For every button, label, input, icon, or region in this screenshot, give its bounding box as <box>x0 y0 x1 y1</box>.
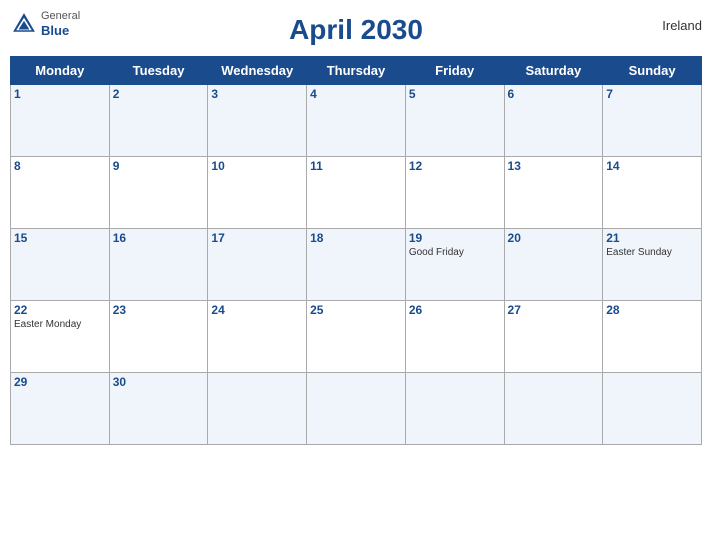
day-number: 12 <box>409 159 501 173</box>
day-number: 27 <box>508 303 600 317</box>
day-number: 8 <box>14 159 106 173</box>
calendar-day-cell <box>405 373 504 445</box>
calendar-day-cell: 2 <box>109 85 208 157</box>
day-number: 29 <box>14 375 106 389</box>
logo-general-text: General <box>41 10 80 23</box>
day-number: 11 <box>310 159 402 173</box>
day-number: 23 <box>113 303 205 317</box>
calendar-day-cell: 3 <box>208 85 307 157</box>
calendar-day-cell: 14 <box>603 157 702 229</box>
day-number: 22 <box>14 303 106 317</box>
calendar-week-row: 1234567 <box>11 85 702 157</box>
day-number: 30 <box>113 375 205 389</box>
header-saturday: Saturday <box>504 57 603 85</box>
day-number: 15 <box>14 231 106 245</box>
day-number: 2 <box>113 87 205 101</box>
calendar-week-row: 15 16 17 18 19 Good Friday 20 21 Easter Sunday <box>11 229 702 301</box>
day-number: 5 <box>409 87 501 101</box>
calendar-day-cell: 12 <box>405 157 504 229</box>
day-number: 3 <box>211 87 303 101</box>
calendar-day-cell: 13 <box>504 157 603 229</box>
header-thursday: Thursday <box>307 57 406 85</box>
calendar-day-cell: 11 <box>307 157 406 229</box>
calendar-day-cell: 24 <box>208 301 307 373</box>
day-number: 28 <box>606 303 698 317</box>
day-number: 9 <box>113 159 205 173</box>
calendar-week-row: 22 Easter Monday 23 24 25 26 27 28 <box>11 301 702 373</box>
day-number: 21 <box>606 231 698 245</box>
calendar-day-cell: 23 <box>109 301 208 373</box>
calendar-day-cell: 21 Easter Sunday <box>603 229 702 301</box>
day-number: 16 <box>113 231 205 245</box>
calendar-day-cell: 30 <box>109 373 208 445</box>
header-sunday: Sunday <box>603 57 702 85</box>
calendar-day-cell: 5 <box>405 85 504 157</box>
calendar-day-cell: 1 <box>11 85 110 157</box>
weekday-header-row: Monday Tuesday Wednesday Thursday Friday… <box>11 57 702 85</box>
day-number: 19 <box>409 231 501 245</box>
header-wednesday: Wednesday <box>208 57 307 85</box>
calendar-body: 12345678910111213141516171819Good Friday… <box>11 85 702 445</box>
day-number: 18 <box>310 231 402 245</box>
calendar-day-cell: 17 <box>208 229 307 301</box>
calendar-day-cell: 8 <box>11 157 110 229</box>
calendar-day-cell: 7 <box>603 85 702 157</box>
day-number: 17 <box>211 231 303 245</box>
calendar-day-cell <box>504 373 603 445</box>
day-event: Easter Monday <box>14 319 106 330</box>
calendar-day-cell <box>307 373 406 445</box>
day-event: Easter Sunday <box>606 247 698 258</box>
calendar-day-cell: 6 <box>504 85 603 157</box>
generalblue-logo-icon <box>10 10 38 38</box>
calendar-day-cell: 29 <box>11 373 110 445</box>
country-label: Ireland <box>662 18 702 33</box>
day-number: 6 <box>508 87 600 101</box>
day-number: 14 <box>606 159 698 173</box>
day-number: 4 <box>310 87 402 101</box>
day-number: 20 <box>508 231 600 245</box>
calendar-day-cell <box>603 373 702 445</box>
calendar-day-cell: 19 Good Friday <box>405 229 504 301</box>
calendar-day-cell: 18 <box>307 229 406 301</box>
calendar-container: General Blue April 2030 Ireland Monday T… <box>10 10 702 445</box>
calendar-thead: Monday Tuesday Wednesday Thursday Friday… <box>11 57 702 85</box>
calendar-header: General Blue April 2030 Ireland <box>10 10 702 50</box>
calendar-week-row: 89 10 11 12 13 14 <box>11 157 702 229</box>
calendar-day-cell: 27 <box>504 301 603 373</box>
calendar-day-cell: 9 <box>109 157 208 229</box>
calendar-day-cell: 15 <box>11 229 110 301</box>
calendar-day-cell: 4 <box>307 85 406 157</box>
header-tuesday: Tuesday <box>109 57 208 85</box>
calendar-day-cell: 25 <box>307 301 406 373</box>
calendar-day-cell: 22 Easter Monday <box>11 301 110 373</box>
calendar-day-cell <box>208 373 307 445</box>
calendar-title: April 2030 <box>289 14 423 46</box>
day-number: 25 <box>310 303 402 317</box>
calendar-day-cell: 16 <box>109 229 208 301</box>
calendar-day-cell: 10 <box>208 157 307 229</box>
logo-area: General Blue <box>10 10 80 39</box>
calendar-day-cell: 20 <box>504 229 603 301</box>
calendar-day-cell: 28 <box>603 301 702 373</box>
day-event: Good Friday <box>409 247 501 258</box>
calendar-week-row: 29 30 <box>11 373 702 445</box>
logo-blue-text: Blue <box>41 23 80 39</box>
header-friday: Friday <box>405 57 504 85</box>
logo-text: General Blue <box>41 10 80 39</box>
day-number: 1 <box>14 87 106 101</box>
header-monday: Monday <box>11 57 110 85</box>
day-number: 24 <box>211 303 303 317</box>
day-number: 7 <box>606 87 698 101</box>
calendar-table: Monday Tuesday Wednesday Thursday Friday… <box>10 56 702 445</box>
calendar-day-cell: 26 <box>405 301 504 373</box>
day-number: 10 <box>211 159 303 173</box>
day-number: 13 <box>508 159 600 173</box>
day-number: 26 <box>409 303 501 317</box>
